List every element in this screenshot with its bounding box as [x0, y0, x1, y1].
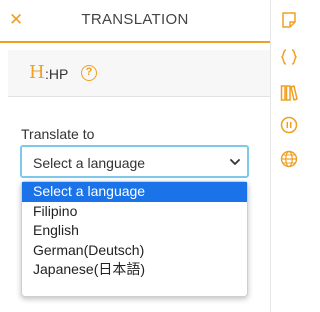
language-dropdown: Select a language Filipino English Germa…	[21, 181, 248, 297]
note-button[interactable]	[279, 10, 299, 30]
language-option[interactable]: German(Deutsch)	[22, 241, 247, 261]
panel-title: TRANSLATION	[81, 11, 189, 28]
help-icon[interactable]: ?	[81, 65, 97, 81]
code-button[interactable]	[279, 47, 299, 67]
language-option[interactable]: Japanese(日本語)	[22, 260, 247, 280]
language-select-value: Select a language	[33, 155, 146, 171]
translation-panel: ✕ TRANSLATION H :HP ? Translate to Selec…	[0, 0, 270, 312]
library-button[interactable]	[279, 83, 299, 103]
reference-text: :HP	[45, 66, 69, 82]
pause-button[interactable]	[279, 115, 299, 135]
braces-icon	[280, 49, 298, 65]
panel-header: ✕ TRANSLATION	[0, 0, 270, 43]
note-icon	[282, 12, 296, 28]
globe-icon	[280, 150, 298, 168]
reference-row: H :HP ?	[8, 50, 270, 97]
translate-button[interactable]	[279, 149, 299, 169]
reference-logo-icon: H	[29, 62, 45, 83]
pause-circle-icon	[280, 116, 298, 134]
library-icon	[280, 85, 298, 101]
language-select[interactable]: Select a language	[20, 145, 249, 178]
language-option[interactable]: Select a language	[22, 182, 247, 202]
translate-to-label: Translate to	[21, 126, 95, 142]
language-option[interactable]: Filipino	[22, 202, 247, 222]
language-option[interactable]: English	[22, 221, 247, 241]
chevron-down-icon	[230, 159, 240, 165]
right-toolbar	[270, 0, 308, 312]
